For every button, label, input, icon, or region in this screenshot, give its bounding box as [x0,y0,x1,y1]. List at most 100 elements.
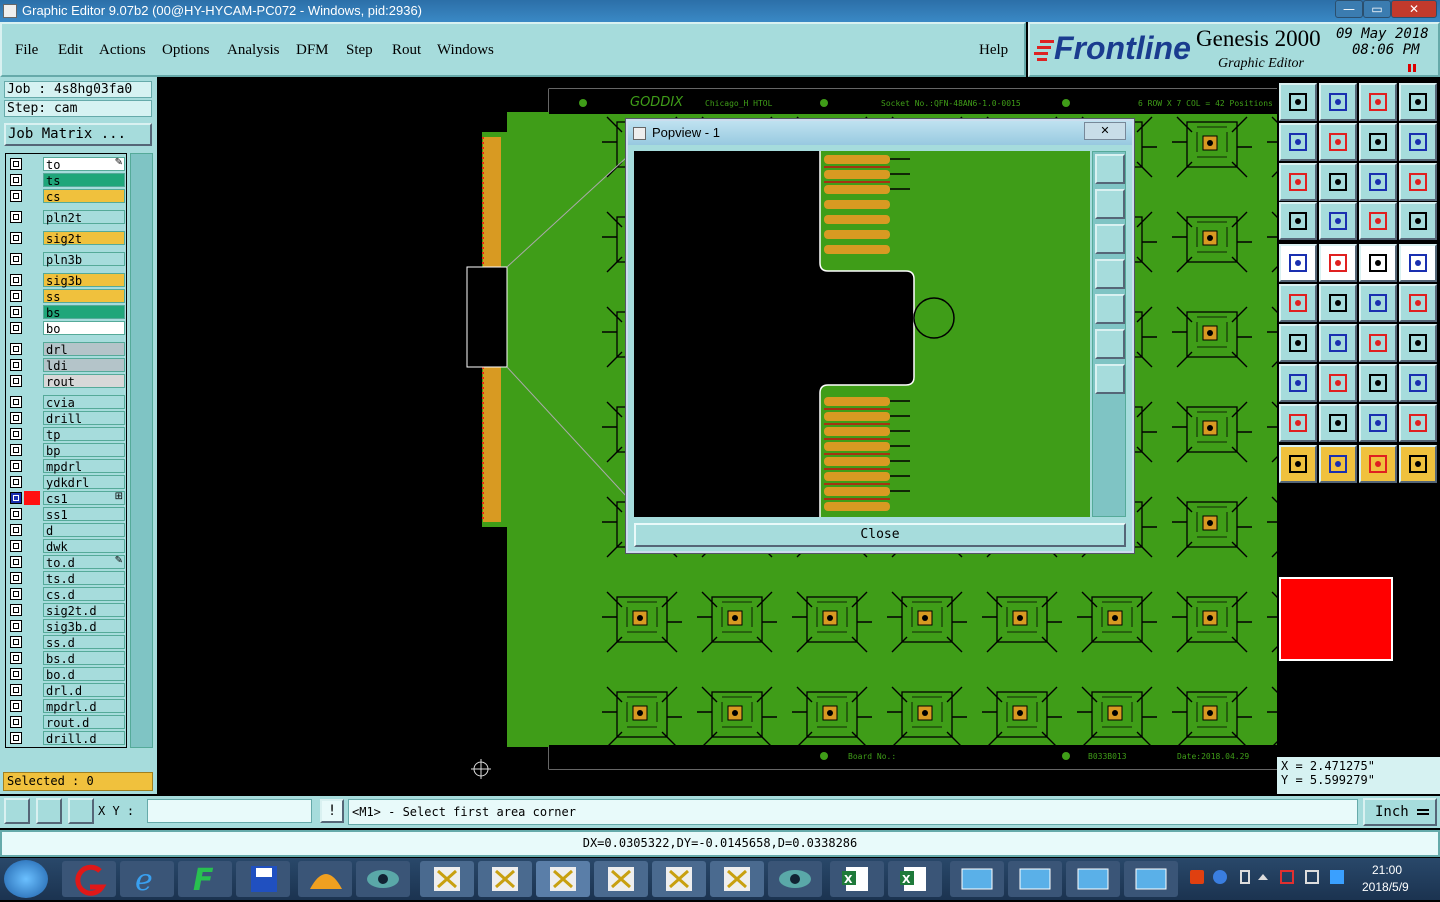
layer-name[interactable]: ss [43,289,125,304]
triangle-blue-icon[interactable] [1359,404,1397,442]
overview-map[interactable] [1279,577,1393,661]
layer-checkbox[interactable] [10,492,22,504]
start-button-icon[interactable] [4,860,48,898]
layer-row-rout[interactable]: rout [8,374,126,389]
layer-row-bs-d[interactable]: bs.d [8,651,126,666]
layer-name[interactable]: bo.d [43,667,125,682]
menu-analysis[interactable]: Analysis [227,42,280,59]
layer-checkbox[interactable] [10,572,22,584]
layer-row-dwk[interactable]: dwk [8,539,126,554]
layer-row-ydkdrl[interactable]: ydkdrl [8,475,126,490]
layer-name[interactable]: ss1 [43,507,125,522]
popview-pan-up-icon[interactable] [1095,189,1125,219]
maximize-button[interactable]: ▭ [1363,0,1391,18]
layer-row-ts-d[interactable]: ts.d [8,571,126,586]
layer-checkbox[interactable] [10,290,22,302]
line-icon[interactable] [1319,244,1357,282]
move-right-icon[interactable] [1319,123,1357,161]
layer-name[interactable]: pln3b [43,252,125,267]
layer-color-swatch[interactable] [24,189,40,203]
layer-color-swatch[interactable] [24,411,40,425]
taskbar-window-6-icon[interactable] [710,861,764,897]
layer-checkbox[interactable] [10,476,22,488]
layer-color-swatch[interactable] [24,305,40,319]
layer-row-mpdrl[interactable]: mpdrl [8,459,126,474]
triangle-up-icon[interactable] [1319,404,1357,442]
layer-row-cs[interactable]: cs [8,189,126,204]
close-window-button[interactable]: ✕ [1391,0,1437,18]
layer-color-swatch[interactable] [24,539,40,553]
triangle-icon[interactable] [1279,404,1317,442]
layer-color-swatch[interactable] [24,395,40,409]
layer-checkbox[interactable] [10,174,22,186]
tray-help-icon[interactable] [1213,870,1227,884]
taskbar-window-3-icon[interactable] [536,861,590,897]
tray-monitor-icon[interactable] [1305,870,1319,884]
horizontal-icon[interactable] [1319,364,1357,402]
diagonal-icon[interactable] [1319,324,1357,362]
taskbar-window-5-icon[interactable] [652,861,706,897]
circle-icon[interactable] [1399,244,1437,282]
layer-name[interactable]: cs1 [43,491,125,506]
layers-highlight-icon[interactable] [1399,202,1437,240]
layer-row-sig3b[interactable]: sig3b [8,273,126,288]
layer-checkbox[interactable] [10,444,22,456]
menu-windows[interactable]: Windows [437,42,494,59]
connect-icon[interactable] [1359,284,1397,322]
layer-scrollbar[interactable] [130,153,153,748]
layer-row-pln2t[interactable]: pln2t [8,210,126,225]
taskbar-ie-icon[interactable]: e [120,861,174,898]
grid-toggle-icon[interactable] [1319,202,1357,240]
layer-name[interactable]: sig3b [43,273,125,288]
layer-row-bo-d[interactable]: bo.d [8,667,126,682]
layer-checkbox[interactable] [10,604,22,616]
menu-options[interactable]: Options [162,42,210,59]
layer-color-swatch[interactable] [24,289,40,303]
layer-row-cvia[interactable]: cvia [8,395,126,410]
cross-icon[interactable] [1319,284,1357,322]
taskbar-picture-3-icon[interactable] [1066,861,1120,897]
layer-name[interactable]: cs [43,189,125,204]
layer-checkbox[interactable] [10,412,22,424]
job-matrix-button[interactable]: Job Matrix ... [4,123,152,146]
layer-row-cs-d[interactable]: cs.d [8,587,126,602]
layer-row-pln3b[interactable]: pln3b [8,252,126,267]
fill-icon[interactable] [1399,324,1437,362]
layer-row-to-d[interactable]: to.d ✎ [8,555,126,570]
minimize-button[interactable]: — [1335,0,1363,18]
layer-checkbox[interactable] [10,343,22,355]
layer-checkbox[interactable] [10,232,22,244]
popview-pan-right-icon[interactable] [1095,294,1125,324]
layer-checkbox[interactable] [10,652,22,664]
popview-dialog[interactable]: Popview - 1 ✕ Close [626,119,1134,553]
layer-checkbox[interactable] [10,668,22,680]
layer-row-mpdrl-d[interactable]: mpdrl.d [8,699,126,714]
layer-row-ts[interactable]: ts [8,173,126,188]
layer-name[interactable]: bs.d [43,651,125,666]
taskbar-window-2-icon[interactable] [478,861,532,897]
tray-app-icon[interactable] [1330,870,1344,884]
popview-close-x-button[interactable]: ✕ [1084,122,1126,140]
ruler-icon[interactable] [1359,244,1397,282]
layer-name[interactable]: ts [43,173,125,188]
taskbar-tool-icon[interactable] [768,861,822,897]
layer-row-bs[interactable]: bs [8,305,126,320]
tray-s-icon[interactable] [1190,870,1204,884]
layer-name[interactable]: rout.d [43,715,125,730]
layer-color-swatch[interactable] [24,715,40,729]
layer-color-swatch[interactable] [24,443,40,457]
layer-name[interactable]: d [43,523,125,538]
menu-rout[interactable]: Rout [392,42,421,59]
layer-name[interactable]: ydkdrl [43,475,125,490]
taskbar-shell-icon[interactable] [298,861,352,897]
layer-color-swatch[interactable] [24,491,40,505]
select-circle-icon[interactable] [1359,445,1397,483]
menu-help[interactable]: Help [979,42,1008,59]
layer-checkbox[interactable] [10,274,22,286]
popview-zoom-out-icon[interactable] [1095,364,1125,394]
popview-close-button[interactable]: Close [634,523,1126,547]
layer-name[interactable]: sig2t [43,231,125,246]
layer-row-ss1[interactable]: ss1 [8,507,126,522]
rotate-icon[interactable] [1399,123,1437,161]
layer-name[interactable]: tp [43,427,125,442]
